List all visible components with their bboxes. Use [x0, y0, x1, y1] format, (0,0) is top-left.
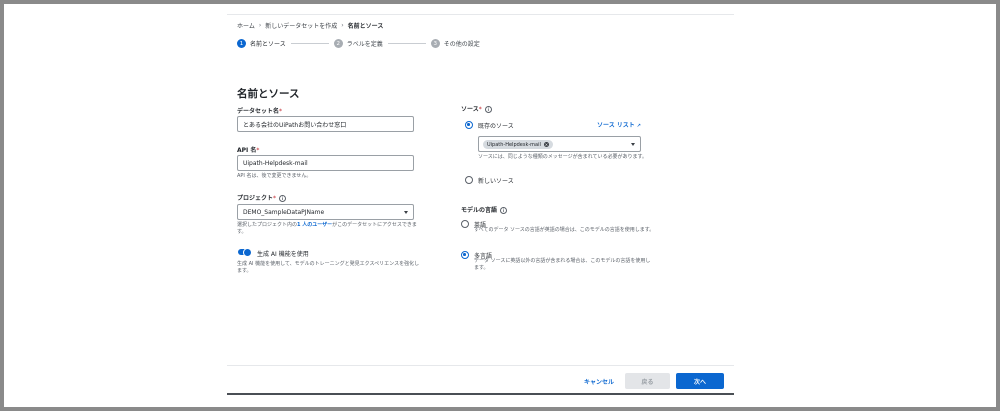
api-name-label: API 名*	[237, 145, 259, 154]
dataset-name-label-text: データセット名	[237, 108, 280, 115]
api-name-input[interactable]: Uipath-Helpdesk-mail	[237, 155, 414, 171]
source-label-text: ソース	[461, 106, 479, 113]
step-label: 名前とソース	[250, 41, 286, 48]
project-label: プロジェクト* i	[237, 193, 287, 202]
step-number: 2	[333, 39, 343, 48]
existing-source-radio[interactable]	[465, 121, 473, 129]
project-users-link[interactable]: 1 人のユーザー	[297, 222, 332, 228]
stepper: 1 名前とソース 2 ラベルを定義 3 その他の設定	[237, 39, 480, 48]
language-multilingual-radio[interactable]	[461, 251, 469, 259]
step-other-settings[interactable]: 3 その他の設定	[430, 39, 480, 48]
step-label: ラベルを定義	[346, 41, 383, 48]
dataset-name-input[interactable]: とある会社のUiPathお問い合わせ窓口	[237, 116, 414, 132]
genai-label: 生成 AI 機能を使用	[257, 251, 309, 258]
back-button[interactable]: 戻る	[625, 373, 670, 389]
existing-source-label: 既存のソース	[478, 123, 514, 130]
language-english-radio[interactable]	[461, 220, 469, 228]
source-chip[interactable]: Uipath-Helpdesk-mail ×	[483, 140, 553, 149]
info-icon[interactable]: i	[279, 195, 287, 202]
source-chip-label: Uipath-Helpdesk-mail	[487, 141, 541, 148]
source-helper: ソースには、同じような種類のメッセージが含まれている必要があります。	[478, 154, 648, 160]
project-select-value: DEMO_SampleDataPJName	[243, 208, 325, 216]
step-name-and-source[interactable]: 1 名前とソース	[237, 39, 286, 48]
language-multilingual-helper: データ ソースに英語以外の言語が含まれる場合は、このモデルの言語を使用します。	[474, 258, 651, 271]
project-select[interactable]: DEMO_SampleDataPJName	[237, 204, 414, 220]
source-list-text: ソース リスト	[597, 122, 635, 129]
cancel-button[interactable]: キャンセル	[579, 373, 619, 389]
next-button[interactable]: 次へ	[676, 373, 724, 389]
external-link-icon: ↗	[636, 123, 641, 129]
api-name-label-text: API 名	[237, 147, 257, 154]
model-language-label-text: モデルの言語	[461, 207, 498, 214]
genai-helper: 生成 AI 機能を使用して、モデルのトレーニングと発見エクスペリエンスを強化しま…	[237, 261, 420, 274]
toggle-knob	[243, 247, 252, 257]
project-helper: 選択したプロジェクト内の1 人のユーザーがこのデータセットにアクセスできます。	[237, 222, 422, 236]
create-dataset-panel: ホーム › 新しいデータセットを作成 › 名前とソース 1 名前とソース 2 ラ…	[227, 14, 734, 395]
required-marker: *	[256, 147, 260, 154]
step-connector	[290, 43, 329, 44]
source-list-link[interactable]: ソース リスト ↗	[597, 120, 641, 129]
step-connector	[387, 43, 426, 44]
panel-bottom-border	[227, 393, 734, 395]
project-label-text: プロジェクト	[237, 195, 274, 202]
model-language-label: モデルの言語 i	[461, 205, 508, 214]
chevron-down-icon	[631, 143, 635, 146]
required-marker: *	[273, 195, 277, 202]
step-label: その他の設定	[443, 41, 480, 48]
breadcrumb-home[interactable]: ホーム	[237, 21, 255, 30]
page-title: 名前とソース	[237, 88, 300, 100]
info-icon[interactable]: i	[484, 106, 492, 113]
info-icon[interactable]: i	[500, 207, 508, 214]
close-icon[interactable]: ×	[543, 142, 549, 147]
api-name-value: Uipath-Helpdesk-mail	[243, 159, 308, 167]
required-marker: *	[279, 108, 283, 115]
project-helper-pre: 選択したプロジェクト内の	[237, 222, 298, 228]
new-source-radio[interactable]	[465, 176, 473, 184]
new-source-label: 新しいソース	[478, 178, 514, 185]
step-define-labels[interactable]: 2 ラベルを定義	[333, 39, 383, 48]
dataset-name-value: とある会社のUiPathお問い合わせ窓口	[243, 121, 347, 129]
language-english-helper: すべてのデータ ソースの言語が英語の場合は、このモデルの言語を使用します。	[474, 227, 655, 233]
breadcrumb-create-dataset[interactable]: 新しいデータセットを作成	[265, 21, 337, 30]
step-number: 3	[430, 39, 440, 48]
breadcrumb: ホーム › 新しいデータセットを作成 › 名前とソース	[237, 21, 383, 30]
breadcrumb-separator: ›	[341, 22, 344, 29]
required-marker: *	[478, 106, 482, 113]
genai-toggle[interactable]	[238, 247, 252, 257]
api-name-helper: API 名は、後で変更できません。	[237, 173, 312, 179]
breadcrumb-separator: ›	[258, 22, 262, 29]
step-number: 1	[237, 39, 246, 48]
chevron-down-icon	[404, 211, 408, 214]
footer-divider	[227, 365, 734, 366]
source-label: ソース* i	[461, 104, 492, 113]
breadcrumb-current: 名前とソース	[347, 23, 384, 30]
dataset-name-label: データセット名*	[237, 106, 282, 115]
